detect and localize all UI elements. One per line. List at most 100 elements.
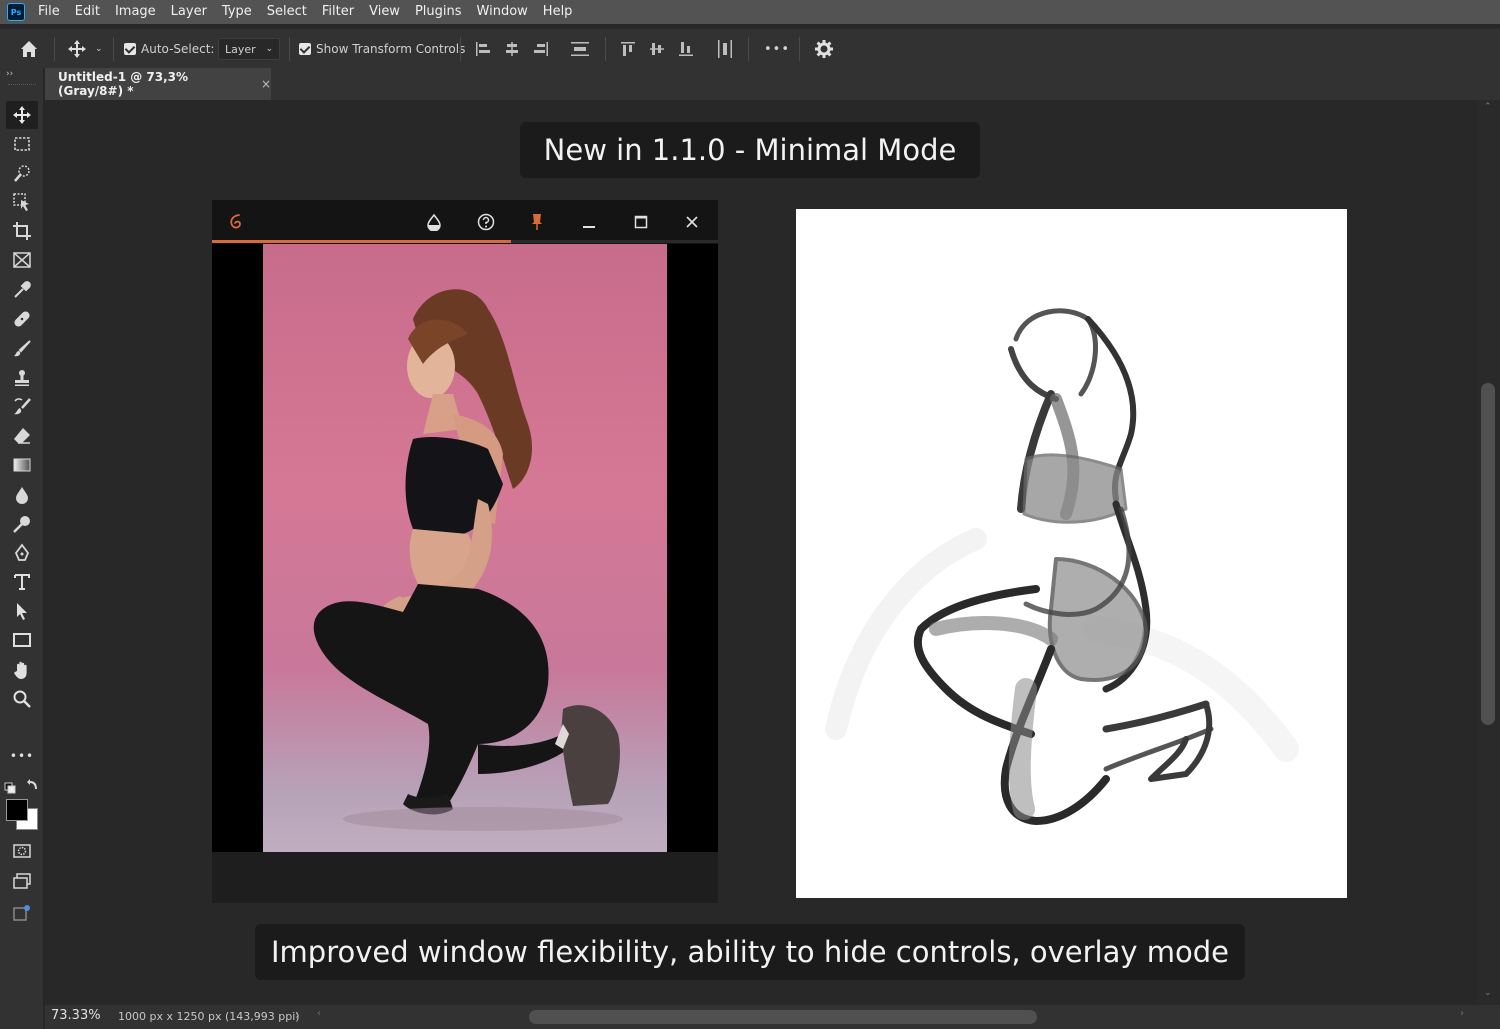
frame-icon <box>13 252 31 268</box>
show-transform-checkbox[interactable]: Show Transform Controls <box>299 29 465 69</box>
plugin-window[interactable] <box>212 200 718 903</box>
home-button[interactable] <box>18 29 40 69</box>
horizontal-scroll-thumb[interactable] <box>529 1010 1037 1024</box>
canvas-area[interactable]: New in 1.1.0 - Minimal Mode Improved win… <box>45 100 1477 1005</box>
crop-tool[interactable] <box>6 217 38 245</box>
brush-icon <box>14 340 31 357</box>
menu-plugins[interactable]: Plugins <box>408 0 470 24</box>
expand-panel-toggle[interactable]: ›› <box>6 69 13 79</box>
status-bar: 73.33% 1000 px x 1250 px (143,993 ppi) ›… <box>45 1005 1500 1029</box>
opacity-button[interactable] <box>420 208 448 236</box>
align-right-edges-icon <box>534 42 548 56</box>
plugin-title-bar[interactable] <box>212 200 718 244</box>
history-brush-icon <box>14 398 31 415</box>
hand-tool[interactable] <box>6 656 38 684</box>
object-selection-tool[interactable] <box>6 188 38 216</box>
menu-bar: Ps File Edit Image Layer Type Select Fil… <box>0 0 1500 24</box>
default-colors-button[interactable] <box>4 779 16 798</box>
vertical-scrollbar[interactable]: ⌃ ⌄ <box>1477 100 1500 1005</box>
document-info: 1000 px x 1250 px (143,993 ppi) <box>118 1010 300 1023</box>
photoshop-logo: Ps <box>7 3 25 21</box>
dodge-tool[interactable] <box>6 510 38 538</box>
minimize-button[interactable] <box>575 208 603 236</box>
menu-type[interactable]: Type <box>215 0 260 24</box>
frame-tool[interactable] <box>6 246 38 274</box>
quick-mask-button[interactable] <box>6 837 38 865</box>
screen-mode-button[interactable] <box>6 867 38 895</box>
menu-layer[interactable]: Layer <box>164 0 215 24</box>
auto-select-checkbox[interactable]: Auto-Select: <box>124 29 214 69</box>
hand-icon <box>14 661 27 679</box>
sketch-document[interactable] <box>796 209 1347 898</box>
menu-filter[interactable]: Filter <box>315 0 362 24</box>
align-bottom-button[interactable] <box>677 29 695 69</box>
scroll-down-arrow-icon[interactable]: ⌄ <box>1484 988 1492 998</box>
maximize-button[interactable] <box>627 208 655 236</box>
reference-figure-illustration <box>313 289 623 831</box>
menu-edit[interactable]: Edit <box>68 0 108 24</box>
clone-stamp-tool[interactable] <box>6 364 38 392</box>
horizontal-scrollbar[interactable]: ‹ › <box>315 1008 1470 1026</box>
panel-grip[interactable] <box>8 84 36 86</box>
zoom-level[interactable]: 73.33% <box>51 1008 101 1023</box>
status-info-menu-arrow[interactable]: › <box>295 1008 300 1022</box>
close-icon[interactable]: × <box>261 77 271 91</box>
bandage-icon <box>14 311 30 327</box>
path-selection-tool[interactable] <box>6 597 38 625</box>
close-button[interactable] <box>678 208 706 236</box>
menu-file[interactable]: File <box>31 0 68 24</box>
align-horizontal-centers-button[interactable] <box>503 29 521 69</box>
quick-selection-tool[interactable] <box>6 159 38 187</box>
droplet-icon <box>427 213 441 231</box>
brush-tool[interactable] <box>6 335 38 363</box>
align-right-button[interactable] <box>532 29 550 69</box>
auto-select-target-dropdown[interactable]: Layer ⌄ <box>218 38 281 60</box>
rectangle-icon <box>13 633 31 647</box>
menu-view[interactable]: View <box>362 0 408 24</box>
align-left-edges-icon <box>476 42 490 56</box>
scroll-up-arrow-icon[interactable]: ⌃ <box>1484 102 1492 112</box>
vertical-scroll-thumb[interactable] <box>1481 383 1495 725</box>
more-options-button[interactable]: ••• <box>764 29 790 69</box>
eyedropper-tool[interactable] <box>6 276 38 304</box>
help-button[interactable] <box>472 208 500 236</box>
plugin-panel-button[interactable] <box>6 899 38 927</box>
distribute-horizontal-button[interactable] <box>716 29 734 69</box>
align-top-button[interactable] <box>619 29 637 69</box>
history-brush-tool[interactable] <box>6 393 38 421</box>
align-top-edges-icon <box>621 42 635 56</box>
stamp-icon <box>15 370 29 386</box>
gradient-tool[interactable] <box>6 451 38 479</box>
home-icon <box>21 41 37 57</box>
settings-button[interactable] <box>814 29 834 69</box>
align-vertical-centers-button[interactable] <box>648 29 666 69</box>
healing-brush-tool[interactable] <box>6 305 38 333</box>
rectangle-tool[interactable] <box>6 626 38 654</box>
foreground-color-swatch[interactable] <box>6 799 28 821</box>
menu-select[interactable]: Select <box>260 0 315 24</box>
eraser-tool[interactable] <box>6 422 38 450</box>
droplet-icon <box>16 487 28 504</box>
move-tool-preset-button[interactable]: ⌄ <box>66 29 103 69</box>
menu-image[interactable]: Image <box>108 0 164 24</box>
pin-button[interactable] <box>523 208 551 236</box>
blur-tool[interactable] <box>6 481 38 509</box>
document-tab[interactable]: Untitled-1 @ 73,3% (Gray/8#) * × <box>45 68 271 100</box>
close-icon <box>686 216 698 228</box>
zoom-tool[interactable] <box>6 685 38 713</box>
distribute-horizontal-icon <box>718 40 732 58</box>
type-tool[interactable] <box>6 568 38 596</box>
align-left-button[interactable] <box>474 29 492 69</box>
move-tool[interactable] <box>6 101 38 129</box>
marquee-tool[interactable] <box>6 130 38 158</box>
menu-help[interactable]: Help <box>536 0 581 24</box>
scroll-left-arrow-icon[interactable]: ‹ <box>317 1008 321 1019</box>
scroll-right-arrow-icon[interactable]: › <box>1460 1008 1464 1019</box>
distribute-vertical-button[interactable] <box>570 29 590 69</box>
menu-window[interactable]: Window <box>470 0 536 24</box>
swap-colors-button[interactable] <box>25 777 39 796</box>
tools-panel: ›› ••• <box>0 68 44 1029</box>
show-transform-label: Show Transform Controls <box>316 42 466 56</box>
pen-tool[interactable] <box>6 539 38 567</box>
edit-toolbar-button[interactable]: ••• <box>6 745 38 767</box>
